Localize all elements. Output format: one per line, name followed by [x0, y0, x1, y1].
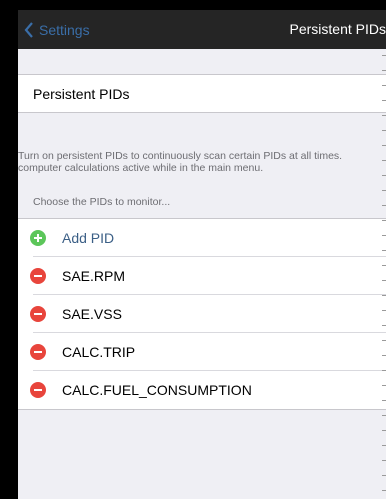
chevron-left-icon: [24, 21, 33, 38]
pid-list: Add PID SAE.RPM SAE.VSS CALC.TRIP CALC.F…: [18, 218, 386, 410]
pid-row-calc-fuel-consumption[interactable]: CALC.FUEL_CONSUMPTION: [18, 371, 386, 409]
persistent-pids-row[interactable]: Persistent PIDs: [18, 75, 386, 112]
description-text: Turn on persistent PIDs to continuously …: [18, 150, 343, 174]
minus-icon: [34, 275, 42, 277]
minus-icon: [34, 313, 42, 315]
page-title: Persistent PIDs: [289, 21, 386, 37]
delete-icon[interactable]: [30, 382, 46, 398]
add-pid-label: Add PID: [62, 230, 115, 246]
pid-row-sae-rpm[interactable]: SAE.RPM: [18, 257, 386, 295]
delete-icon[interactable]: [30, 268, 46, 284]
choose-pids-label: Choose the PIDs to monitor...: [33, 196, 171, 208]
pid-label: CALC.FUEL_CONSUMPTION: [62, 382, 252, 398]
pid-label: SAE.RPM: [62, 268, 126, 284]
back-button[interactable]: Settings: [24, 10, 90, 49]
add-icon[interactable]: [30, 230, 46, 246]
persistent-pids-group: Persistent PIDs: [18, 74, 386, 113]
persistent-pids-label: Persistent PIDs: [33, 85, 130, 102]
plus-icon: [34, 234, 42, 242]
pid-row-sae-vss[interactable]: SAE.VSS: [18, 295, 386, 333]
add-pid-row[interactable]: Add PID: [18, 219, 386, 257]
delete-icon[interactable]: [30, 344, 46, 360]
back-button-label: Settings: [39, 21, 90, 38]
settings-screen: Settings Persistent PIDs Persistent PIDs…: [18, 10, 386, 499]
minus-icon: [34, 351, 42, 353]
minus-icon: [34, 389, 42, 391]
pid-label: CALC.TRIP: [62, 344, 136, 360]
pid-row-calc-trip[interactable]: CALC.TRIP: [18, 333, 386, 371]
pid-label: SAE.VSS: [62, 306, 122, 322]
delete-icon[interactable]: [30, 306, 46, 322]
navigation-bar: Settings Persistent PIDs: [18, 10, 386, 49]
edge-marks: [382, 55, 386, 499]
